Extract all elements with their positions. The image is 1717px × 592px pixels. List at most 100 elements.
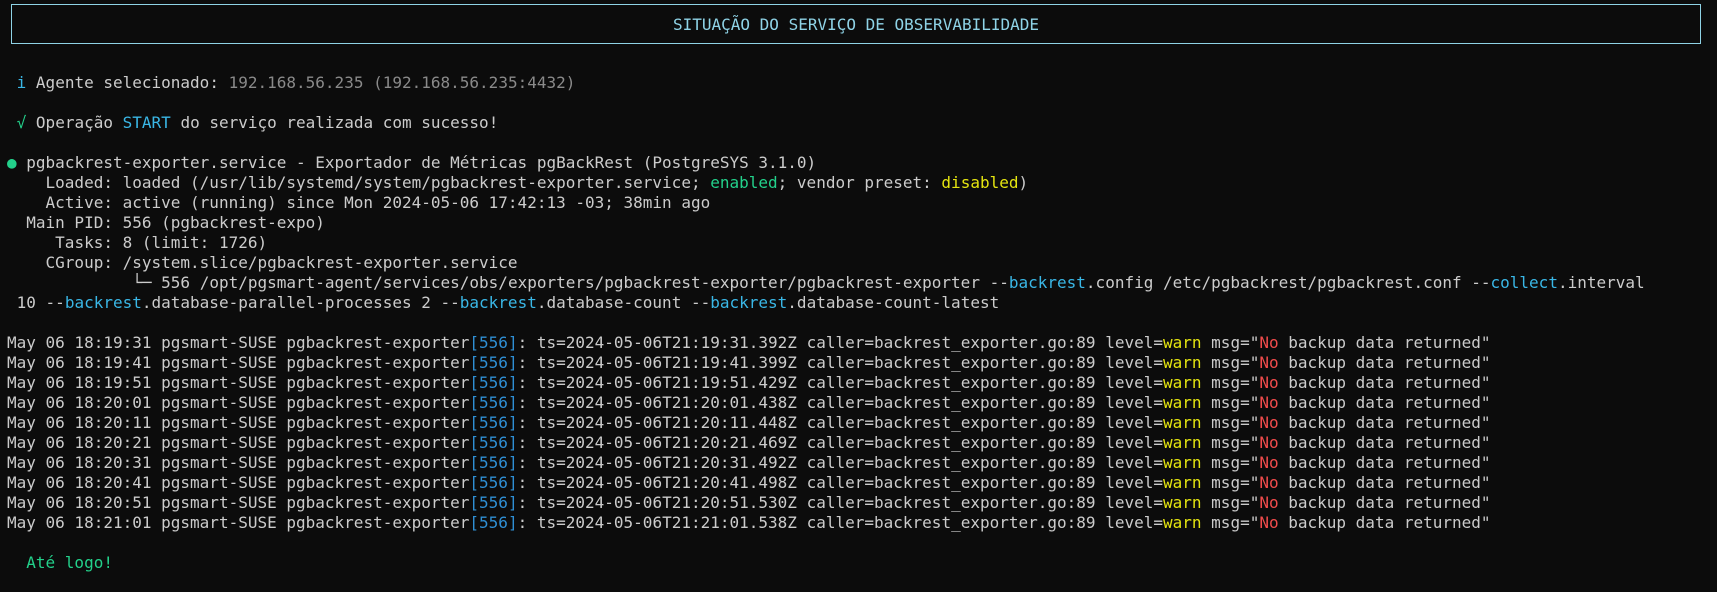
- log-msg-no: No: [1259, 333, 1279, 352]
- log-msg-no: No: [1259, 373, 1279, 392]
- log-line: May 06 18:20:21 pgsmart-SUSE pgbackrest-…: [7, 433, 1491, 452]
- agent-value: 192.168.56.235 (192.168.56.235:4432): [228, 73, 576, 92]
- log-level: warn: [1163, 393, 1202, 412]
- status-dot-icon: ●: [7, 153, 17, 172]
- log-pid: [556]: [469, 333, 518, 352]
- log-proc: pgbackrest-exporter: [286, 353, 470, 372]
- log-level-key: level=: [1105, 393, 1163, 412]
- log-caller: caller=backrest_exporter.go:89: [806, 413, 1096, 432]
- tree-branch-icon: └─: [132, 273, 152, 292]
- active-value: active (running) since Mon 2024-05-06 17…: [122, 193, 711, 212]
- log-pid: [556]: [469, 513, 518, 532]
- log-msg-key: msg=": [1211, 493, 1260, 512]
- log-caller: caller=backrest_exporter.go:89: [806, 433, 1096, 452]
- terminal-output[interactable]: i Agente selecionado: 192.168.56.235 (19…: [7, 73, 1713, 573]
- log-msg-no: No: [1259, 413, 1279, 432]
- operation-suffix: do serviço realizada com sucesso!: [180, 113, 499, 132]
- log-msg-key: msg=": [1211, 353, 1260, 372]
- log-caller: caller=backrest_exporter.go:89: [806, 493, 1096, 512]
- log-pid: [556]: [469, 473, 518, 492]
- log-msg-rest: backup data returned": [1278, 353, 1491, 372]
- log-proc: pgbackrest-exporter: [286, 413, 470, 432]
- log-level-key: level=: [1105, 513, 1163, 532]
- log-ts: ts=2024-05-06T21:21:01.538Z: [536, 513, 797, 532]
- log-line: May 06 18:19:51 pgsmart-SUSE pgbackrest-…: [7, 373, 1491, 392]
- log-proc: pgbackrest-exporter: [286, 333, 470, 352]
- log-ts: ts=2024-05-06T21:20:31.492Z: [536, 453, 797, 472]
- service-title: pgbackrest-exporter.service - Exportador…: [26, 153, 817, 172]
- log-level: warn: [1163, 513, 1202, 532]
- tasks-value: 8 (limit: 1726): [122, 233, 268, 252]
- flag-dashes: --: [45, 293, 65, 312]
- log-pid: [556]: [469, 353, 518, 372]
- log-msg-key: msg=": [1211, 413, 1260, 432]
- arg1-rest: .config /etc/pgbackrest/pgbackrest.conf: [1085, 273, 1462, 292]
- log-date: May 06 18:20:51: [7, 493, 152, 512]
- log-msg-no: No: [1259, 513, 1279, 532]
- cgroup-key: CGroup:: [45, 253, 113, 272]
- log-caller: caller=backrest_exporter.go:89: [806, 373, 1096, 392]
- log-pid: [556]: [469, 393, 518, 412]
- log-ts: ts=2024-05-06T21:19:51.429Z: [536, 373, 797, 392]
- loaded-pre: loaded (/usr/lib/systemd/system/pgbackre…: [122, 173, 701, 192]
- log-msg-rest: backup data returned": [1278, 453, 1491, 472]
- log-date: May 06 18:20:01: [7, 393, 152, 412]
- log-host: pgsmart-SUSE: [161, 413, 277, 432]
- log-host: pgsmart-SUSE: [161, 353, 277, 372]
- log-level: warn: [1163, 473, 1202, 492]
- log-level-key: level=: [1105, 373, 1163, 392]
- arg3-rest: .database-parallel-processes 2: [141, 293, 431, 312]
- operation-op: START: [122, 113, 171, 132]
- log-msg-rest: backup data returned": [1278, 393, 1491, 412]
- log-date: May 06 18:20:11: [7, 413, 152, 432]
- log-proc: pgbackrest-exporter: [286, 493, 470, 512]
- log-proc: pgbackrest-exporter: [286, 393, 470, 412]
- log-host: pgsmart-SUSE: [161, 433, 277, 452]
- log-msg-rest: backup data returned": [1278, 433, 1491, 452]
- log-msg-rest: backup data returned": [1278, 513, 1491, 532]
- log-host: pgsmart-SUSE: [161, 473, 277, 492]
- farewell-line: Até logo!: [7, 553, 1713, 573]
- log-pid: [556]: [469, 453, 518, 472]
- log-level-key: level=: [1105, 333, 1163, 352]
- log-proc: pgbackrest-exporter: [286, 513, 470, 532]
- log-proc: pgbackrest-exporter: [286, 433, 470, 452]
- log-date: May 06 18:19:51: [7, 373, 152, 392]
- agent-label: Agente selecionado:: [35, 73, 219, 92]
- log-msg-rest: backup data returned": [1278, 373, 1491, 392]
- log-caller: caller=backrest_exporter.go:89: [806, 353, 1096, 372]
- operation-prefix: Operação: [35, 113, 113, 132]
- loaded-disabled: disabled: [941, 173, 1019, 192]
- log-level: warn: [1163, 373, 1202, 392]
- check-icon: √: [16, 113, 27, 132]
- log-line: May 06 18:20:51 pgsmart-SUSE pgbackrest-…: [7, 493, 1491, 512]
- flag-backrest: backrest: [710, 293, 788, 312]
- loaded-post: ): [1018, 173, 1029, 192]
- log-date: May 06 18:20:21: [7, 433, 152, 452]
- arg2-value: 10: [16, 293, 36, 312]
- log-ts: ts=2024-05-06T21:19:41.399Z: [536, 353, 797, 372]
- log-level-key: level=: [1105, 433, 1163, 452]
- service-active-line: Active: active (running) since Mon 2024-…: [7, 193, 1713, 213]
- log-date: May 06 18:19:41: [7, 353, 152, 372]
- loaded-mid: ; vendor preset:: [777, 173, 932, 192]
- log-msg-no: No: [1259, 433, 1279, 452]
- log-ts: ts=2024-05-06T21:20:51.530Z: [536, 493, 797, 512]
- log-msg-key: msg=": [1211, 473, 1260, 492]
- log-caller: caller=backrest_exporter.go:89: [806, 333, 1096, 352]
- log-pid: [556]: [469, 493, 518, 512]
- pid-value: 556 (pgbackrest-expo): [122, 213, 325, 232]
- log-line: May 06 18:21:01 pgsmart-SUSE pgbackrest-…: [7, 513, 1491, 532]
- log-date: May 06 18:20:31: [7, 453, 152, 472]
- log-line: May 06 18:20:41 pgsmart-SUSE pgbackrest-…: [7, 473, 1491, 492]
- flag-backrest: backrest: [64, 293, 142, 312]
- service-cmd-line-2: 10 --backrest.database-parallel-processe…: [7, 293, 1713, 313]
- log-list: May 06 18:19:31 pgsmart-SUSE pgbackrest-…: [7, 333, 1713, 533]
- service-cgroup-line: CGroup: /system.slice/pgbackrest-exporte…: [7, 253, 1713, 273]
- log-level: warn: [1163, 413, 1202, 432]
- log-msg-no: No: [1259, 493, 1279, 512]
- log-ts: ts=2024-05-06T21:20:01.438Z: [536, 393, 797, 412]
- log-host: pgsmart-SUSE: [161, 373, 277, 392]
